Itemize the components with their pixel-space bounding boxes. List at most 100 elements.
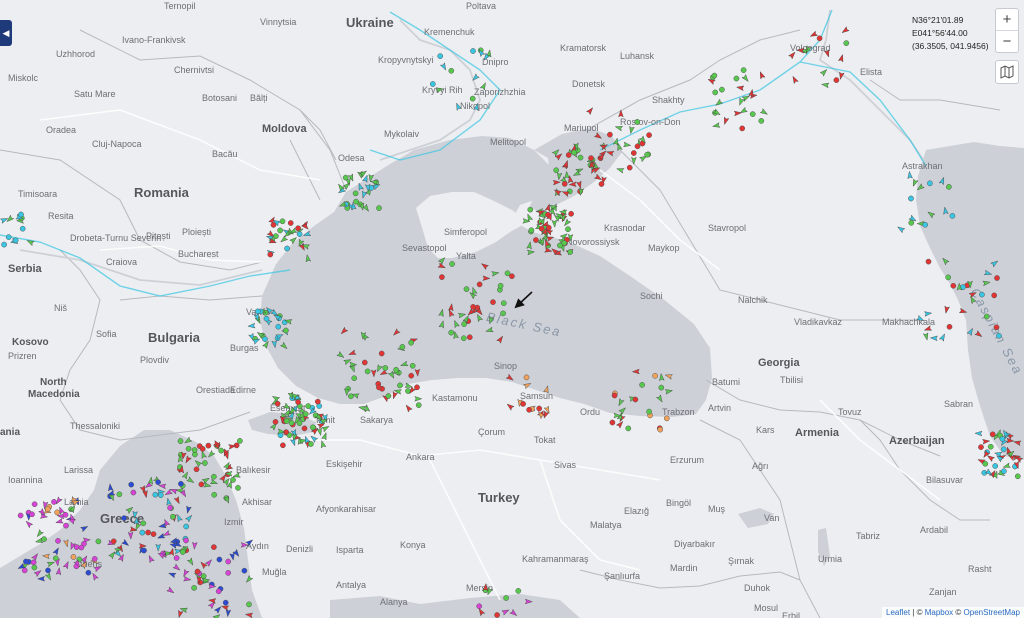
vessel-anchored-marker[interactable] bbox=[833, 77, 840, 83]
vessel-moving-marker[interactable] bbox=[551, 219, 558, 228]
vessel-anchored-marker[interactable] bbox=[989, 431, 996, 438]
vessel-moving-marker[interactable] bbox=[319, 439, 327, 449]
vessel-moving-marker[interactable] bbox=[523, 381, 532, 390]
vessel-moving-marker[interactable] bbox=[712, 122, 721, 129]
vessel-moving-marker[interactable] bbox=[576, 180, 583, 189]
vessel-anchored-marker[interactable] bbox=[216, 556, 223, 563]
vessel-moving-marker[interactable] bbox=[838, 71, 845, 81]
vessel-anchored-marker[interactable] bbox=[218, 447, 225, 454]
vessel-anchored-marker[interactable] bbox=[241, 567, 248, 574]
vessel-anchored-marker[interactable] bbox=[733, 75, 740, 82]
vessel-anchored-marker[interactable] bbox=[41, 536, 47, 542]
vessel-moving-marker[interactable] bbox=[788, 51, 797, 60]
vessel-moving-marker[interactable] bbox=[361, 190, 368, 199]
vessel-anchored-marker[interactable] bbox=[538, 225, 545, 232]
vessel-moving-marker[interactable] bbox=[184, 455, 192, 464]
vessel-anchored-marker[interactable] bbox=[5, 234, 12, 240]
vessel-anchored-marker[interactable] bbox=[992, 463, 999, 469]
vessel-moving-marker[interactable] bbox=[208, 598, 217, 604]
vessel-anchored-marker[interactable] bbox=[246, 601, 252, 608]
vessel-anchored-marker[interactable] bbox=[945, 274, 952, 281]
vessel-anchored-marker[interactable] bbox=[946, 184, 952, 190]
vessel-anchored-marker[interactable] bbox=[194, 568, 201, 575]
vessel-anchored-marker[interactable] bbox=[12, 237, 19, 244]
vessel-moving-marker[interactable] bbox=[166, 586, 175, 595]
vessel-moving-marker[interactable] bbox=[316, 427, 323, 437]
vessel-anchored-marker[interactable] bbox=[408, 372, 415, 379]
vessel-moving-marker[interactable] bbox=[225, 609, 232, 618]
vessel-moving-marker[interactable] bbox=[593, 132, 603, 141]
vessel-anchored-marker[interactable] bbox=[527, 206, 534, 213]
vessel-anchored-marker[interactable] bbox=[378, 350, 385, 357]
vessel-anchored-marker[interactable] bbox=[503, 595, 509, 601]
vessel-moving-marker[interactable] bbox=[91, 572, 99, 581]
vessel-moving-marker[interactable] bbox=[156, 532, 166, 540]
vessel-anchored-marker[interactable] bbox=[1001, 468, 1007, 475]
vessel-anchored-marker[interactable] bbox=[288, 420, 295, 426]
vessel-anchored-marker[interactable] bbox=[376, 205, 382, 211]
vessel-anchored-marker[interactable] bbox=[448, 67, 455, 74]
vessel-anchored-marker[interactable] bbox=[55, 538, 61, 544]
vessel-anchored-marker[interactable] bbox=[712, 89, 719, 96]
vessel-moving-marker[interactable] bbox=[631, 156, 637, 165]
vessel-anchored-marker[interactable] bbox=[73, 544, 80, 550]
vessel-anchored-marker[interactable] bbox=[982, 460, 989, 467]
vessel-moving-marker[interactable] bbox=[362, 203, 371, 212]
vessel-moving-marker[interactable] bbox=[739, 106, 748, 115]
map-canvas[interactable]: Ukraine Romania Moldova Serbia Bulgaria … bbox=[0, 0, 1024, 618]
vessel-anchored-marker[interactable] bbox=[287, 220, 294, 226]
vessel-anchored-marker[interactable] bbox=[183, 537, 189, 544]
vessel-anchored-marker[interactable] bbox=[561, 181, 568, 187]
vessel-anchored-marker[interactable] bbox=[155, 479, 161, 486]
vessel-anchored-marker[interactable] bbox=[536, 405, 543, 412]
vessel-anchored-marker[interactable] bbox=[274, 400, 281, 407]
vessel-moving-marker[interactable] bbox=[496, 335, 505, 344]
vessel-moving-marker[interactable] bbox=[289, 437, 297, 447]
vessel-moving-marker[interactable] bbox=[209, 478, 219, 486]
vessel-anchored-marker[interactable] bbox=[625, 425, 632, 432]
vessel-anchored-marker[interactable] bbox=[626, 164, 633, 171]
vessel-moving-marker[interactable] bbox=[628, 125, 635, 135]
vessel-moving-marker[interactable] bbox=[491, 270, 500, 277]
vessel-anchored-marker[interactable] bbox=[588, 155, 594, 161]
vessel-anchored-marker[interactable] bbox=[62, 511, 69, 518]
vessel-moving-marker[interactable] bbox=[505, 373, 514, 382]
vessel-moving-marker[interactable] bbox=[26, 238, 35, 247]
vessel-moving-marker[interactable] bbox=[185, 505, 192, 514]
vessel-anchored-marker[interactable] bbox=[193, 466, 200, 473]
vessel-moving-marker[interactable] bbox=[479, 82, 487, 91]
vessel-moving-marker[interactable] bbox=[173, 495, 181, 505]
vessel-moving-marker[interactable] bbox=[616, 166, 625, 174]
vessel-anchored-marker[interactable] bbox=[408, 339, 414, 346]
vessel-moving-marker[interactable] bbox=[35, 529, 44, 538]
vessel-anchored-marker[interactable] bbox=[1, 241, 7, 248]
vessel-moving-marker[interactable] bbox=[194, 459, 203, 468]
vessel-anchored-marker[interactable] bbox=[719, 86, 725, 93]
vessel-anchored-marker[interactable] bbox=[494, 612, 500, 618]
vessel-anchored-marker[interactable] bbox=[202, 460, 208, 466]
vessel-anchored-marker[interactable] bbox=[739, 125, 746, 132]
vessel-anchored-marker[interactable] bbox=[85, 569, 92, 576]
vessel-anchored-marker[interactable] bbox=[21, 567, 28, 574]
zoom-out-button[interactable]: − bbox=[996, 30, 1018, 52]
vessel-moving-marker[interactable] bbox=[212, 613, 221, 618]
vessel-moving-marker[interactable] bbox=[618, 109, 624, 118]
vessel-moving-marker[interactable] bbox=[593, 173, 603, 182]
vessel-moving-marker[interactable] bbox=[943, 305, 950, 314]
vessel-moving-marker[interactable] bbox=[487, 316, 495, 325]
vessel-anchored-marker[interactable] bbox=[302, 411, 309, 417]
vessel-anchored-marker[interactable] bbox=[170, 513, 176, 520]
vessel-anchored-marker[interactable] bbox=[130, 489, 137, 496]
vessel-anchored-marker[interactable] bbox=[284, 245, 290, 252]
vessel-moving-marker[interactable] bbox=[93, 565, 102, 573]
vessel-anchored-marker[interactable] bbox=[607, 131, 613, 138]
vessel-anchored-marker[interactable] bbox=[996, 332, 1002, 339]
vessel-anchored-marker[interactable] bbox=[279, 218, 286, 225]
vessel-anchored-marker[interactable] bbox=[110, 538, 117, 545]
vessel-anchored-marker[interactable] bbox=[116, 491, 123, 498]
vessel-anchored-marker[interactable] bbox=[141, 547, 147, 554]
vessel-moving-marker[interactable] bbox=[158, 522, 167, 529]
vessel-moving-marker[interactable] bbox=[177, 609, 184, 618]
vessel-moving-marker[interactable] bbox=[41, 553, 51, 560]
vessel-moving-marker[interactable] bbox=[192, 541, 198, 550]
